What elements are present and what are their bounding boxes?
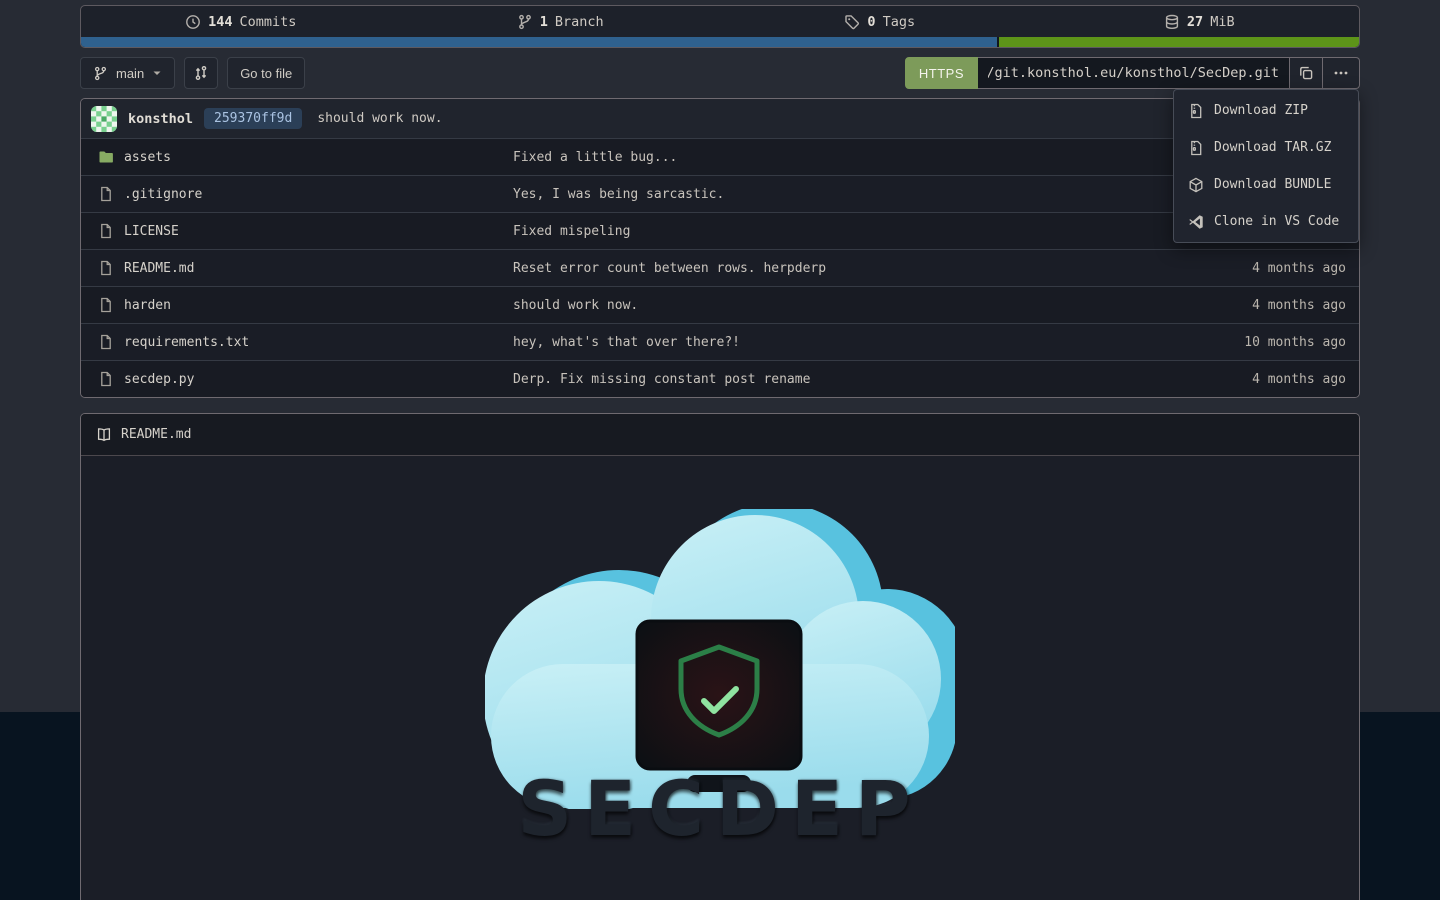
ellipsis-icon xyxy=(1332,65,1350,81)
clock-icon xyxy=(185,14,201,30)
table-row[interactable]: README.md Reset error count between rows… xyxy=(81,249,1359,286)
file-commit-message[interactable]: hey, what's that over there?! xyxy=(513,335,1181,350)
readme-title: README.md xyxy=(121,427,191,442)
size-label: MiB xyxy=(1210,14,1234,30)
file-list-panel: konsthol 259370ff9d should work now. ass… xyxy=(80,98,1360,398)
branch-name: main xyxy=(116,66,144,81)
language-segment-other xyxy=(999,37,1359,47)
commits-label: Commits xyxy=(239,14,296,30)
menu-label: Download TAR.GZ xyxy=(1214,140,1331,155)
file-icon xyxy=(98,260,114,276)
zip-file-icon xyxy=(1188,140,1204,156)
chevron-down-icon xyxy=(152,68,162,78)
stat-commits[interactable]: 144 Commits xyxy=(81,14,401,30)
menu-item-download-targz[interactable]: Download TAR.GZ xyxy=(1174,129,1358,166)
table-row[interactable]: LICENSE Fixed mispeling xyxy=(81,212,1359,249)
table-row[interactable]: requirements.txt hey, what's that over t… xyxy=(81,323,1359,360)
commit-message[interactable]: should work now. xyxy=(317,111,442,126)
readme-header[interactable]: README.md xyxy=(81,414,1359,456)
stat-tags[interactable]: 0 Tags xyxy=(720,14,1040,30)
menu-item-download-zip[interactable]: Download ZIP xyxy=(1174,92,1358,129)
table-row[interactable]: harden should work now. 4 months ago xyxy=(81,286,1359,323)
commit-author[interactable]: konsthol xyxy=(128,111,193,127)
readme-panel: README.md xyxy=(80,413,1360,900)
file-name[interactable]: README.md xyxy=(124,261,194,276)
table-row[interactable]: secdep.py Derp. Fix missing constant pos… xyxy=(81,360,1359,397)
file-age: 4 months ago xyxy=(1181,261,1359,276)
zip-file-icon xyxy=(1188,103,1204,119)
file-commit-message[interactable]: Fixed a little bug... xyxy=(513,150,1181,165)
package-icon xyxy=(1188,177,1204,193)
file-commit-message[interactable]: Derp. Fix missing constant post rename xyxy=(513,372,1181,387)
go-to-file-button[interactable]: Go to file xyxy=(227,57,305,89)
file-icon xyxy=(98,186,114,202)
file-commit-message[interactable]: should work now. xyxy=(513,298,1181,313)
tags-count: 0 xyxy=(867,14,875,30)
file-name[interactable]: LICENSE xyxy=(124,224,179,239)
branch-selector[interactable]: main xyxy=(80,57,175,89)
file-commit-message[interactable]: Yes, I was being sarcastic. xyxy=(513,187,1181,202)
repo-stats-box: 144 Commits 1 Branch 0 Tags 27 MiB xyxy=(80,5,1360,48)
table-row[interactable]: .gitignore Yes, I was being sarcastic. xyxy=(81,175,1359,212)
latest-commit-row: konsthol 259370ff9d should work now. xyxy=(81,99,1359,138)
file-commit-message[interactable]: Reset error count between rows. herpderp xyxy=(513,261,1181,276)
https-label: HTTPS xyxy=(919,66,964,81)
file-icon xyxy=(98,297,114,313)
file-icon xyxy=(98,223,114,239)
copy-url-button[interactable] xyxy=(1290,57,1323,89)
branches-count: 1 xyxy=(540,14,548,30)
file-age: 4 months ago xyxy=(1181,298,1359,313)
git-compare-icon xyxy=(193,65,209,81)
copy-icon xyxy=(1298,65,1314,81)
folder-icon xyxy=(98,149,114,165)
tags-label: Tags xyxy=(883,14,916,30)
repo-page: 144 Commits 1 Branch 0 Tags 27 MiB xyxy=(80,0,1360,900)
clone-controls: HTTPS xyxy=(905,57,1360,89)
readme-content: SECDEP xyxy=(81,456,1359,900)
file-name[interactable]: harden xyxy=(124,298,171,313)
branches-label: Branch xyxy=(555,14,604,30)
menu-label: Download ZIP xyxy=(1214,103,1308,118)
branch-icon xyxy=(517,14,533,30)
menu-label: Download BUNDLE xyxy=(1214,177,1331,192)
stat-size[interactable]: 27 MiB xyxy=(1040,14,1360,30)
clone-dropdown-menu: Download ZIP Download TAR.GZ Download BU… xyxy=(1173,89,1359,243)
avatar[interactable] xyxy=(91,106,117,132)
compare-branches-button[interactable] xyxy=(184,57,218,89)
file-age: 4 months ago xyxy=(1181,372,1359,387)
file-icon xyxy=(98,371,114,387)
menu-item-download-bundle[interactable]: Download BUNDLE xyxy=(1174,166,1358,203)
vscode-icon xyxy=(1188,214,1204,230)
file-commit-message[interactable]: Fixed mispeling xyxy=(513,224,1181,239)
commits-count: 144 xyxy=(208,14,232,30)
file-name[interactable]: requirements.txt xyxy=(124,335,249,350)
tag-icon xyxy=(844,14,860,30)
file-age: 10 months ago xyxy=(1181,335,1359,350)
branch-icon xyxy=(93,66,108,81)
https-protocol-button[interactable]: HTTPS xyxy=(905,57,978,89)
clone-more-button[interactable] xyxy=(1323,57,1360,89)
book-icon xyxy=(96,427,112,443)
size-count: 27 xyxy=(1187,14,1203,30)
file-name[interactable]: assets xyxy=(124,150,171,165)
file-icon xyxy=(98,334,114,350)
database-icon xyxy=(1164,14,1180,30)
clone-url-input[interactable] xyxy=(978,57,1290,89)
secdep-wordmark: SECDEP xyxy=(517,764,922,853)
stat-branches[interactable]: 1 Branch xyxy=(401,14,721,30)
go-to-file-label: Go to file xyxy=(240,66,292,81)
language-segment-python xyxy=(81,37,997,47)
table-row[interactable]: assets Fixed a little bug... xyxy=(81,138,1359,175)
menu-label: Clone in VS Code xyxy=(1214,214,1339,229)
file-name[interactable]: .gitignore xyxy=(124,187,202,202)
commit-hash-badge[interactable]: 259370ff9d xyxy=(204,108,302,129)
language-bar[interactable] xyxy=(81,37,1359,47)
repo-toolbar: main Go to file HTTPS xyxy=(80,57,1360,89)
menu-item-clone-vscode[interactable]: Clone in VS Code xyxy=(1174,203,1358,240)
file-name[interactable]: secdep.py xyxy=(124,372,194,387)
